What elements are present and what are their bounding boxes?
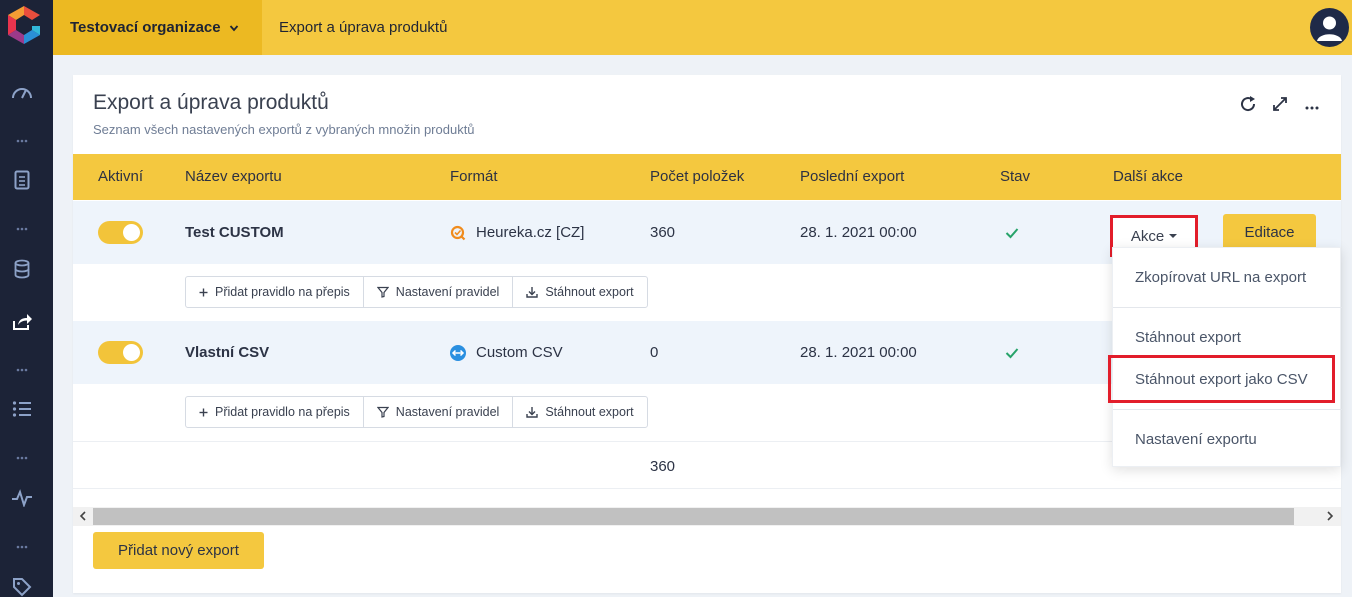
caret-down-icon	[1169, 234, 1178, 238]
download-icon	[526, 287, 539, 298]
column-header[interactable]: Poslední export	[800, 154, 904, 200]
table-header: Aktivní Název exportu Formát Počet polož…	[73, 154, 1341, 200]
menu-divider	[1113, 307, 1342, 308]
scroll-left-icon[interactable]	[78, 511, 88, 521]
refresh-icon[interactable]	[1237, 93, 1259, 115]
column-header[interactable]: Aktivní	[98, 154, 143, 200]
total-count: 360	[650, 458, 676, 475]
plus-icon	[199, 408, 208, 416]
more-options-icon[interactable]	[1301, 93, 1323, 115]
menu-divider	[1113, 409, 1342, 410]
active-toggle-cell	[98, 321, 143, 384]
expand-icon[interactable]	[1269, 93, 1291, 115]
actions-menu: Zkopírovat URL na export Stáhnout export…	[1108, 247, 1342, 467]
rule-settings-label: Nastavení pravidel	[395, 285, 500, 299]
organization-switcher[interactable]: Testovací organizace	[53, 0, 262, 55]
plus-icon	[199, 288, 208, 296]
format-label: Heureka.cz [CZ]	[476, 224, 585, 241]
active-toggle-cell	[98, 201, 143, 264]
active-toggle[interactable]	[98, 341, 143, 364]
status-check-icon	[1005, 201, 1019, 264]
column-header[interactable]: Počet položek	[650, 154, 744, 200]
column-header[interactable]: Název exportu	[185, 154, 282, 200]
share-icon[interactable]	[10, 310, 34, 334]
chevron-down-icon	[229, 24, 238, 31]
document-icon[interactable]	[10, 168, 34, 192]
dashboard-icon[interactable]	[10, 80, 34, 104]
menu-item-download[interactable]: Stáhnout export	[1135, 329, 1241, 346]
exports-card: Export a úprava produktů Seznam všech na…	[73, 75, 1342, 593]
export-name[interactable]: Vlastní CSV	[185, 321, 269, 384]
divider	[73, 488, 1341, 489]
breadcrumb[interactable]: Export a úprava produktů	[279, 0, 447, 55]
app-logo[interactable]	[4, 4, 44, 48]
actions-label: Akce	[1130, 227, 1165, 245]
last-export-date: 28. 1. 2021 00:00	[800, 344, 917, 361]
scroll-right-icon[interactable]	[1325, 511, 1335, 521]
menu-item-download-csv[interactable]: Stáhnout export jako CSV	[1135, 371, 1308, 388]
sidebar	[0, 0, 53, 597]
add-rule-button[interactable]: Přidat pravidlo na přepis	[186, 277, 364, 307]
active-toggle[interactable]	[98, 221, 143, 244]
organization-name: Testovací organizace	[70, 19, 221, 36]
download-export-button[interactable]: Stáhnout export	[513, 277, 646, 307]
add-rule-button[interactable]: Přidat pravidlo na přepis	[186, 397, 364, 427]
column-header[interactable]: Stav	[1000, 154, 1030, 200]
user-avatar[interactable]	[1310, 8, 1349, 47]
export-name[interactable]: Test CUSTOM	[185, 201, 284, 264]
topbar: Testovací organizace Export a úprava pro…	[53, 0, 1352, 55]
add-rule-label: Přidat pravidlo na přepis	[215, 405, 350, 419]
format-cell: Heureka.cz [CZ]	[450, 201, 584, 264]
format-cell: Custom CSV	[450, 321, 563, 384]
download-export-button[interactable]: Stáhnout export	[513, 397, 646, 427]
menu-item-export-settings[interactable]: Nastavení exportu	[1135, 431, 1257, 448]
add-rule-label: Přidat pravidlo na přepis	[215, 285, 350, 299]
status-check-icon	[1005, 321, 1019, 384]
more-dots-icon	[16, 545, 28, 549]
format-label: Custom CSV	[476, 344, 563, 361]
row-action-group: Přidat pravidlo na přepis Nastavení prav…	[185, 396, 648, 428]
tag-icon[interactable]	[10, 575, 34, 597]
list-icon[interactable]	[10, 397, 34, 421]
menu-item-copy-url[interactable]: Zkopírovat URL na export	[1135, 269, 1306, 286]
heureka-icon	[450, 225, 466, 240]
rule-settings-button[interactable]: Nastavení pravidel	[364, 397, 514, 427]
row-action-group: Přidat pravidlo na přepis Nastavení prav…	[185, 276, 648, 308]
column-header[interactable]: Další akce	[1113, 154, 1183, 200]
last-export-date: 28. 1. 2021 00:00	[800, 224, 917, 241]
download-icon	[526, 407, 539, 418]
more-dots-icon	[16, 456, 28, 460]
rule-settings-button[interactable]: Nastavení pravidel	[364, 277, 514, 307]
download-export-label: Stáhnout export	[545, 285, 634, 299]
csv-icon	[450, 344, 466, 361]
horizontal-scrollbar[interactable]	[73, 507, 1341, 526]
rule-settings-label: Nastavení pravidel	[395, 405, 500, 419]
filter-icon	[376, 406, 389, 418]
more-dots-icon	[16, 139, 28, 143]
pulse-icon[interactable]	[10, 486, 34, 510]
scrollbar-thumb[interactable]	[93, 508, 1294, 525]
add-export-button[interactable]: Přidat nový export	[93, 532, 264, 569]
edit-button[interactable]: Editace	[1223, 214, 1316, 251]
column-header[interactable]: Formát	[450, 154, 498, 200]
page-title: Export a úprava produktů	[93, 91, 329, 114]
more-dots-icon	[16, 368, 28, 372]
page-subtitle: Seznam všech nastavených exportů z vybra…	[93, 122, 475, 137]
item-count: 360	[650, 224, 676, 241]
download-export-label: Stáhnout export	[545, 405, 634, 419]
more-dots-icon	[16, 227, 28, 231]
filter-icon	[376, 286, 389, 298]
item-count: 0	[650, 344, 659, 361]
database-icon[interactable]	[10, 257, 34, 281]
